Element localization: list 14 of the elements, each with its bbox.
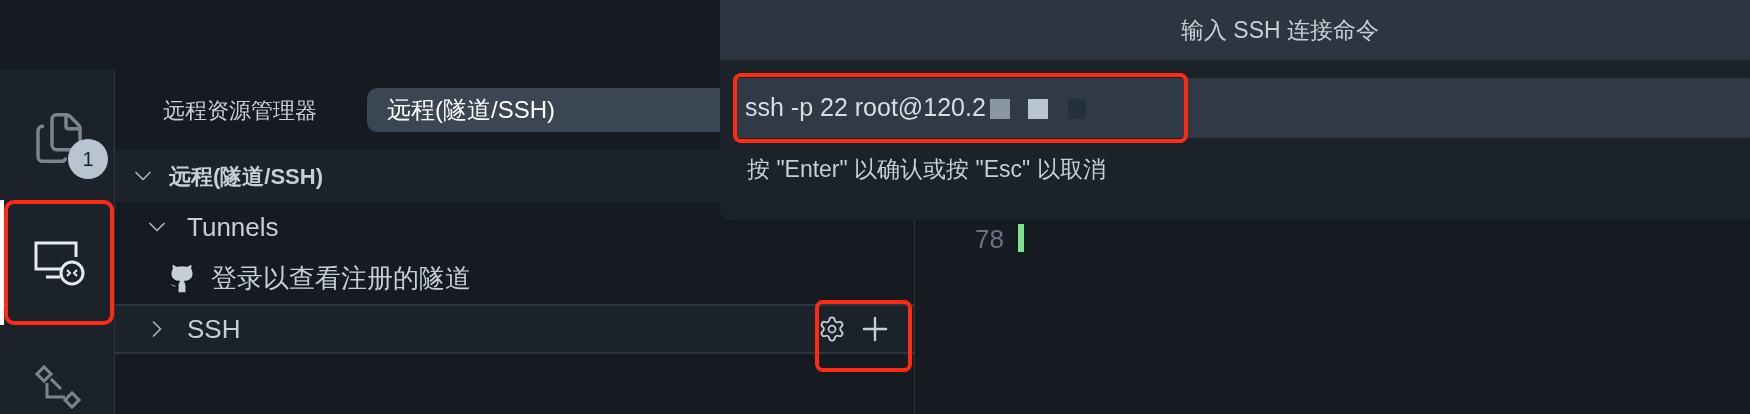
tree-item-label: 登录以查看注册的隧道 bbox=[211, 261, 471, 295]
settings-icon[interactable] bbox=[818, 315, 846, 343]
tree-item[interactable]: Tunnels bbox=[115, 202, 914, 252]
tree-item-label: SSH bbox=[187, 312, 241, 346]
tree-item[interactable]: SSH bbox=[115, 304, 914, 354]
section-title: 远程(隧道/SSH) bbox=[169, 162, 323, 191]
notification-badge: 1 bbox=[68, 139, 108, 179]
sidebar-title: 远程资源管理器 bbox=[163, 96, 317, 125]
quick-input-title: 输入 SSH 连接命令 bbox=[1179, 15, 1380, 45]
text-cursor bbox=[1017, 224, 1024, 252]
activity-bar-item[interactable]: 1 bbox=[0, 75, 114, 200]
tree-item[interactable]: 登录以查看注册的隧道 bbox=[115, 252, 914, 304]
tree-item-label: Tunnels bbox=[187, 210, 279, 244]
line-number: 78 bbox=[975, 223, 1004, 256]
